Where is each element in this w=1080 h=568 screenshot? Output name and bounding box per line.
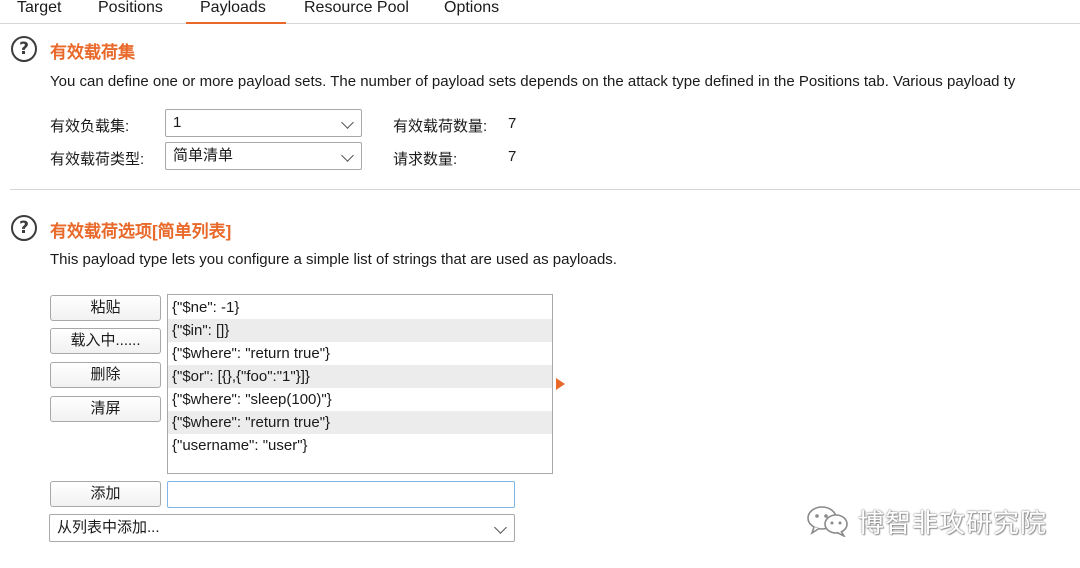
add-from-list-select[interactable]: 从列表中添加... bbox=[49, 514, 515, 542]
list-item[interactable]: {"$or": [{},{"foo":"1"}]} bbox=[168, 365, 552, 388]
tab-bar: Target Positions Payloads Resource Pool … bbox=[0, 0, 1080, 24]
tab-payloads[interactable]: Payloads bbox=[186, 0, 286, 24]
add-from-list-value: 从列表中添加... bbox=[57, 519, 160, 536]
intruder-payloads-panel: Target Positions Payloads Resource Pool … bbox=[0, 0, 1080, 568]
help-icon[interactable]: ? bbox=[11, 36, 37, 62]
load-button[interactable]: 载入中...... bbox=[50, 328, 161, 354]
help-icon[interactable]: ? bbox=[11, 215, 37, 241]
add-button[interactable]: 添加 bbox=[50, 481, 161, 507]
wechat-icon bbox=[807, 506, 848, 537]
payload-count-value: 7 bbox=[508, 115, 517, 132]
paste-button[interactable]: 粘贴 bbox=[50, 295, 161, 321]
payload-set-select[interactable]: 1 bbox=[165, 109, 362, 137]
tab-target[interactable]: Target bbox=[17, 0, 61, 24]
tab-positions[interactable]: Positions bbox=[98, 0, 163, 24]
list-item[interactable]: {"username": "user"} bbox=[168, 434, 552, 457]
payload-set-label: 有效负载集: bbox=[50, 118, 130, 135]
watermark-text: 博智非攻研究院 bbox=[858, 507, 1048, 538]
list-item[interactable]: {"$where": "return true"} bbox=[168, 411, 552, 434]
payload-type-label: 有效载荷类型: bbox=[50, 151, 145, 168]
remove-button[interactable]: 删除 bbox=[50, 362, 161, 388]
list-item[interactable]: {"$where": "return true"} bbox=[168, 342, 552, 365]
payload-sets-title: 有效载荷集 bbox=[50, 43, 135, 62]
section-divider bbox=[10, 189, 1080, 190]
payload-type-select[interactable]: 简单清单 bbox=[165, 142, 362, 170]
list-item[interactable]: {"$ne": -1} bbox=[168, 296, 552, 319]
payload-set-value: 1 bbox=[173, 114, 182, 131]
tab-resource-pool[interactable]: Resource Pool bbox=[304, 0, 409, 24]
clear-button[interactable]: 清屏 bbox=[50, 396, 161, 422]
payload-sets-description: You can define one or more payload sets.… bbox=[50, 73, 1016, 90]
chevron-down-icon bbox=[494, 521, 507, 534]
chevron-down-icon bbox=[341, 149, 354, 162]
request-count-label: 请求数量: bbox=[393, 151, 458, 168]
list-item[interactable]: {"$in": []} bbox=[168, 319, 552, 342]
payload-options-description: This payload type lets you configure a s… bbox=[50, 251, 617, 268]
request-count-value: 7 bbox=[508, 148, 517, 165]
list-item[interactable]: {"$where": "sleep(100)"} bbox=[168, 388, 552, 411]
payload-count-label: 有效载荷数量: bbox=[393, 118, 488, 135]
payload-list[interactable]: {"$ne": -1} {"$in": []} {"$where": "retu… bbox=[167, 294, 553, 474]
payload-type-value: 简单清单 bbox=[173, 147, 234, 164]
watermark: 博智非攻研究院 bbox=[806, 504, 1047, 538]
expand-arrow-icon[interactable] bbox=[556, 378, 565, 390]
add-payload-input[interactable] bbox=[167, 481, 515, 508]
chevron-down-icon bbox=[341, 116, 354, 129]
payload-options-title: 有效载荷选项[简单列表] bbox=[50, 222, 232, 241]
tab-options[interactable]: Options bbox=[444, 0, 499, 24]
